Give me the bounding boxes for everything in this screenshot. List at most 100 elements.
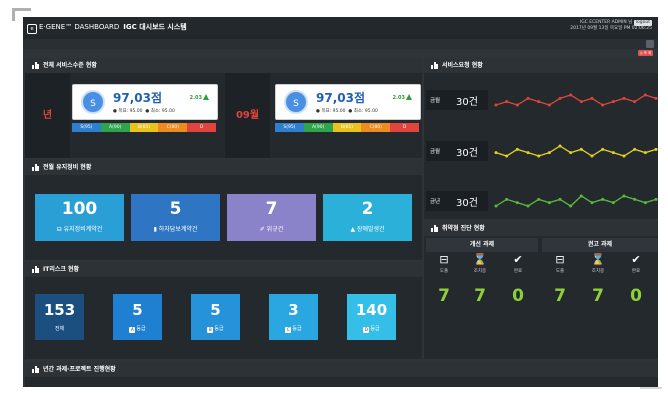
sparkline-point (579, 194, 583, 198)
tile-caption-text: 등급 (214, 326, 224, 332)
hourglass-icon: ⌛ (473, 253, 487, 266)
col-label: 조치중 (591, 269, 605, 274)
risk-grade-c-tile[interactable]: 3 C 등급 (269, 294, 318, 340)
brand-name: E·GENE™ DASHBOARD (39, 23, 120, 31)
sparkline-charts (494, 93, 658, 208)
sparkline-point (558, 96, 562, 100)
sparkline-point (494, 204, 498, 208)
tile-caption-text: 등급 (370, 326, 380, 332)
tile-caption: ▮ 하자담보계약건 (153, 226, 198, 233)
tile-value: 3 (288, 301, 299, 319)
monthly-score: 97,03점 (316, 91, 365, 105)
group-recommend: 권고 과제 (542, 238, 658, 252)
annual-target: ● 목표: 95.00 (113, 109, 143, 114)
sparkline-point (633, 147, 637, 151)
bar-chart-icon (431, 225, 438, 232)
tile-caption: ▲ 장애발생건 (350, 226, 385, 233)
grade-badge-icon: D (363, 327, 370, 333)
incident-tile[interactable]: 2 ▲ 장애발생건 (323, 194, 412, 241)
grid-menu-icon[interactable] (646, 40, 654, 48)
inbox-icon: ⊟ (555, 253, 565, 266)
sparkline-point (654, 147, 658, 151)
sparkline-point (601, 147, 605, 151)
it-risk-header: IT리스크 현황 (25, 262, 422, 277)
corner-mark (640, 387, 662, 389)
tile-value: 2 (361, 199, 374, 219)
annual-min: ● 최소: 95.00 (145, 109, 175, 114)
group-improve: 개선 과제 (426, 238, 538, 252)
sparkline-point (526, 204, 530, 208)
sparkline-point (654, 197, 658, 201)
risk-grade-d-tile[interactable]: 140 D 등급 (347, 294, 396, 340)
bar-chart-icon (32, 62, 39, 69)
risk-grade-a-tile[interactable]: 5 A 등급 (113, 294, 162, 340)
sparkline-1 (495, 145, 657, 157)
risk-grade-b-tile[interactable]: 5 B 등급 (191, 294, 240, 340)
user-name: IGC ECENTER ADMIN 님 (579, 20, 633, 25)
sparkline-point (569, 204, 573, 208)
grade-a: A(90) (303, 123, 333, 132)
search-button[interactable]: ◎ 조 회 (638, 50, 653, 56)
tile-value: 5 (132, 301, 143, 319)
sparkline-point (505, 100, 509, 104)
sparkline-point (590, 201, 594, 205)
sparkline-point (579, 100, 583, 104)
tile-caption: ✐ 위규건 (259, 226, 284, 233)
sparkline-2 (495, 195, 657, 207)
sparkline-point (643, 93, 647, 97)
projects-header: 년간 과제·프로젝트 진행현황 (25, 362, 658, 377)
top-bar: e E·GENE™ DASHBOARD IGC 대시보드 시스템 IGC ECENT… (23, 17, 658, 39)
sparkline-point (633, 100, 637, 104)
sparkline-point (547, 103, 551, 107)
user-info: IGC ECENTER ADMIN 님 logout 2017년 09월 13일… (570, 20, 652, 32)
grade-badge-icon: B (207, 327, 214, 333)
service-level-title: 전체 서비스수준 현황 (43, 62, 97, 69)
check-icon: ✔ (631, 253, 641, 266)
tile-value: 5 (169, 199, 182, 219)
risk-total-tile[interactable]: 153 전체 (35, 294, 84, 340)
monthly-target: ● 목표: 95.00 (316, 109, 346, 114)
check-icon: ✔ (513, 253, 523, 266)
grade-c: C(80) (158, 123, 188, 132)
logo-icon: e (27, 24, 37, 34)
sparkline-point (601, 103, 605, 107)
annual-score-card: S 97,03점 2.03 ● 목표: 95.00 ● 최소: 95.00 (72, 84, 218, 120)
tile-value: 5 (210, 301, 221, 319)
sparkline-point (633, 197, 637, 201)
tool-strip: ◎ 조 회 (23, 49, 658, 58)
monthly-targets: ● 목표: 95.00 ● 최소: 95.00 (316, 108, 378, 114)
grade-b: B(85) (129, 123, 159, 132)
sparkline-point (558, 144, 562, 148)
maintenance-title: 전월 유지정비 현황 (43, 164, 92, 171)
sparkline-point (611, 151, 615, 155)
service-request-panel: 서비스요청 현황 금월 30건 금월 30건 금년 30건 (424, 58, 658, 219)
grade-d: D (187, 123, 216, 132)
col-in-progress-2: ⌛ 조치중 (582, 254, 614, 278)
grade-b: B(85) (332, 123, 362, 132)
maintenance-contract-tile[interactable]: 100 ⊟ 유지정비계약건 (35, 194, 124, 241)
monthly-change-value: 2.03 (392, 95, 405, 101)
col-derived: ⊟ 도출 (428, 254, 460, 278)
hourglass-icon: ⌛ (591, 253, 605, 266)
grade-d: D (390, 123, 419, 132)
warranty-contract-tile[interactable]: 5 ▮ 하자담보계약건 (131, 194, 220, 241)
value-derived-2: 7 (554, 286, 566, 306)
grade-badge-icon: A (129, 327, 136, 333)
col-label: 완료 (513, 269, 523, 274)
grade-badge-icon: C (285, 327, 292, 333)
sparkline-point (579, 147, 583, 151)
col-label: 도출 (555, 269, 565, 274)
menu-bar: ITSM 통합현황 ITAM 통합현황 업무관리 현황 (23, 39, 658, 56)
sparkline-point (547, 201, 551, 205)
service-level-panel: 전체 서비스수준 현황 년 S 97,03점 2.03 ● 목표: 95.00 … (25, 58, 422, 158)
sparkline-point (537, 197, 541, 201)
col-label: 조치중 (473, 269, 487, 274)
col-done-2: ✔ 완료 (620, 254, 652, 278)
sparkline-point (611, 100, 615, 104)
violation-tile[interactable]: 7 ✐ 위규건 (227, 194, 316, 241)
brand-logo[interactable]: e E·GENE™ DASHBOARD IGC 대시보드 시스템 (27, 22, 187, 34)
tile-caption-text: 등급 (136, 326, 146, 332)
sparkline-point (569, 93, 573, 97)
tile-caption: A 등급 (113, 325, 162, 333)
annual-score: 97,03점 (113, 91, 162, 105)
